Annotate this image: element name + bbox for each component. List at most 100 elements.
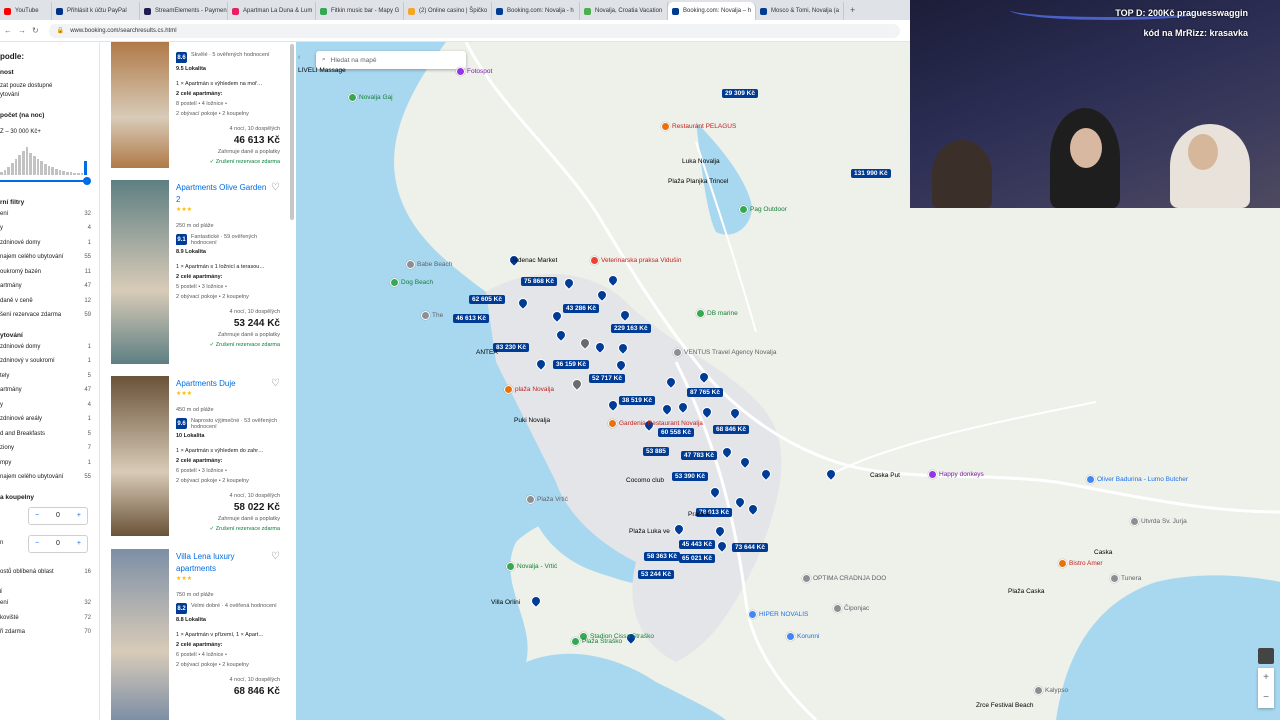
property-photo[interactable]: [111, 549, 169, 720]
filter-option[interactable]: ení 32: [0, 209, 99, 221]
plus-button[interactable]: +: [77, 540, 81, 547]
browser-tab[interactable]: Novalja, Croatia Vacation: [580, 2, 668, 20]
filter-option[interactable]: d and Breakfasts 5: [0, 429, 99, 441]
filter-option[interactable]: oukromý bazén 11: [0, 267, 99, 279]
browser-tab[interactable]: Booking.com: Novalja – h: [668, 2, 756, 20]
property-name-link[interactable]: Apartments Duje: [176, 378, 284, 390]
property-card[interactable]: Apartments Duje ♡ ★★★ 450 m od pláže 9.6 Napr…: [100, 376, 288, 542]
map-poi[interactable]: Luka Novalja: [682, 158, 720, 165]
property-photo[interactable]: [111, 42, 169, 168]
filter-option[interactable]: zdninový v soukromí 1: [0, 356, 99, 368]
map-poi[interactable]: Restaurant PELAGUS: [661, 122, 736, 131]
map-poi[interactable]: Dog Beach: [390, 278, 437, 287]
browser-tab[interactable]: (2) Online casino | Špičko: [404, 2, 492, 20]
filter-option[interactable]: zdninové domy 1: [0, 238, 99, 250]
property-card[interactable]: Apartments Olive Garden 2 ♡ ★★★ 250 m od pl…: [100, 180, 288, 370]
property-photo[interactable]: [111, 180, 169, 364]
map-poi[interactable]: Jadenac Market: [511, 257, 557, 264]
property-photo[interactable]: [111, 376, 169, 536]
price-marker[interactable]: 65 021 Kč: [679, 554, 715, 563]
map-poi[interactable]: Plaža Planjka Trincel: [668, 178, 728, 185]
property-card[interactable]: Villa Lena luxury apartments ♡ ★★★ 750 m od…: [100, 549, 288, 720]
filter-option[interactable]: najem celého ubytování 55: [0, 252, 99, 264]
map-poi[interactable]: Tunera: [1110, 574, 1141, 583]
zoom-out-button[interactable]: −: [1258, 688, 1274, 708]
favorite-heart-icon[interactable]: ♡: [271, 551, 280, 562]
map-poi[interactable]: Happy donkeys: [928, 470, 984, 479]
map-poi[interactable]: Plaža Luka ve: [629, 528, 670, 535]
map-poi[interactable]: Pradine: [688, 511, 710, 518]
price-marker[interactable]: 73 644 Kč: [732, 543, 768, 552]
price-marker[interactable]: 43 286 Kč: [563, 304, 599, 313]
filter-area-item[interactable]: ostů oblíbená oblast 16: [0, 567, 99, 579]
browser-tab[interactable]: Booking.com: Novalja - h: [492, 2, 580, 20]
map-poi[interactable]: Caska: [1094, 549, 1112, 556]
filter-option[interactable]: artmány 47: [0, 281, 99, 293]
property-name-link[interactable]: Villa Lena luxury apartments: [176, 551, 284, 575]
map-poi[interactable]: DB marine: [696, 309, 742, 318]
map-poi[interactable]: Utvrda Sv. Jurja: [1130, 517, 1187, 526]
price-marker[interactable]: 46 613 Kč: [453, 314, 489, 323]
forward-icon[interactable]: →: [18, 26, 26, 35]
filter-option[interactable]: ení 32: [0, 598, 99, 610]
price-marker[interactable]: 68 846 Kč: [713, 425, 749, 434]
price-marker[interactable]: 229 163 Kč: [611, 324, 651, 333]
filter-availability-option[interactable]: zat pouze dostupné: [0, 82, 99, 91]
map-poi[interactable]: Caska Put: [870, 472, 900, 479]
map-poi[interactable]: Plaža Vrtić: [526, 495, 568, 504]
price-marker[interactable]: 58 363 Kč: [644, 552, 680, 561]
plus-button[interactable]: +: [77, 512, 81, 519]
map-poi[interactable]: Korunni: [786, 632, 819, 641]
filter-option[interactable]: y4: [0, 223, 99, 235]
minus-button[interactable]: −: [35, 512, 39, 519]
map-poi[interactable]: LIVELI Massage: [298, 67, 346, 74]
map-poi[interactable]: Kalypso: [1034, 686, 1068, 695]
filter-option[interactable]: tely 5: [0, 371, 99, 383]
collapse-map-icon[interactable]: ‹: [298, 54, 300, 61]
price-marker[interactable]: 60 558 Kč: [658, 428, 694, 437]
bathroom-stepper[interactable]: − 0 +: [28, 534, 88, 553]
results-scrollbar[interactable]: [290, 44, 294, 220]
price-marker[interactable]: 62 605 Kč: [469, 295, 505, 304]
browser-tab[interactable]: StreamElements - Paymen: [140, 2, 228, 20]
filter-option[interactable]: daně v ceně 12: [0, 296, 99, 308]
budget-slider-handle[interactable]: [83, 176, 91, 185]
price-marker[interactable]: 29 309 Kč: [722, 89, 758, 98]
filter-option[interactable]: ři zdarma 70: [0, 627, 99, 639]
browser-tab[interactable]: Přihlásit k účtu PayPal: [52, 2, 140, 20]
price-marker[interactable]: 75 868 Kč: [521, 277, 557, 286]
favorite-heart-icon[interactable]: ♡: [271, 378, 280, 389]
price-marker[interactable]: 47 783 Kč: [681, 451, 717, 460]
map-poi[interactable]: Čiponjac: [833, 604, 869, 613]
filter-option[interactable]: artmány 47: [0, 385, 99, 397]
back-icon[interactable]: ←: [4, 26, 12, 35]
property-card[interactable]: 8.6 Skvělé · 5 ověřených hodnocení 9.5 Lok…: [100, 42, 288, 174]
map-poi[interactable]: Puki Novalja: [514, 417, 550, 424]
url-field[interactable]: 🔒 www.booking.com/searchresults.cs.html: [48, 23, 900, 38]
filter-option[interactable]: mpy 1: [0, 458, 99, 470]
filter-option[interactable]: zdninové domy 1: [0, 342, 99, 354]
map-poi[interactable]: Plaža Straško: [571, 637, 626, 646]
minus-button[interactable]: −: [35, 540, 39, 547]
browser-tab[interactable]: Fitkin music bar - Mapy G: [316, 2, 404, 20]
filter-option[interactable]: y4: [0, 400, 99, 412]
price-marker[interactable]: 36 159 Kč: [553, 360, 589, 369]
map-poi[interactable]: HIPER NOVALIS: [748, 610, 808, 619]
new-tab-icon[interactable]: +: [844, 5, 861, 15]
map-poi[interactable]: ANTEA: [476, 349, 498, 356]
map-poi[interactable]: Novalja Gaj: [348, 93, 397, 102]
price-marker[interactable]: 83 230 Kč: [493, 343, 529, 352]
price-marker[interactable]: 87 765 Kč: [687, 388, 723, 397]
filter-option[interactable]: ziony 7: [0, 443, 99, 455]
browser-tab[interactable]: Mosco & Tomi, Novalja (a: [756, 2, 844, 20]
map-poi[interactable]: Cocomo club: [626, 477, 664, 484]
filter-option[interactable]: zdninové areály 1: [0, 414, 99, 426]
price-marker[interactable]: 53 885: [643, 447, 669, 456]
zoom-in-button[interactable]: +: [1258, 668, 1274, 688]
reload-icon[interactable]: ↻: [32, 26, 39, 35]
map-poi[interactable]: Oliver Badurina - Lumo Butcher: [1086, 475, 1188, 484]
filter-option[interactable]: kovištė 72: [0, 613, 99, 625]
price-marker[interactable]: 45 443 Kč: [679, 540, 715, 549]
bedroom-stepper[interactable]: − 0 +: [28, 506, 88, 525]
map-poi[interactable]: Pag Outdoor: [739, 205, 791, 214]
